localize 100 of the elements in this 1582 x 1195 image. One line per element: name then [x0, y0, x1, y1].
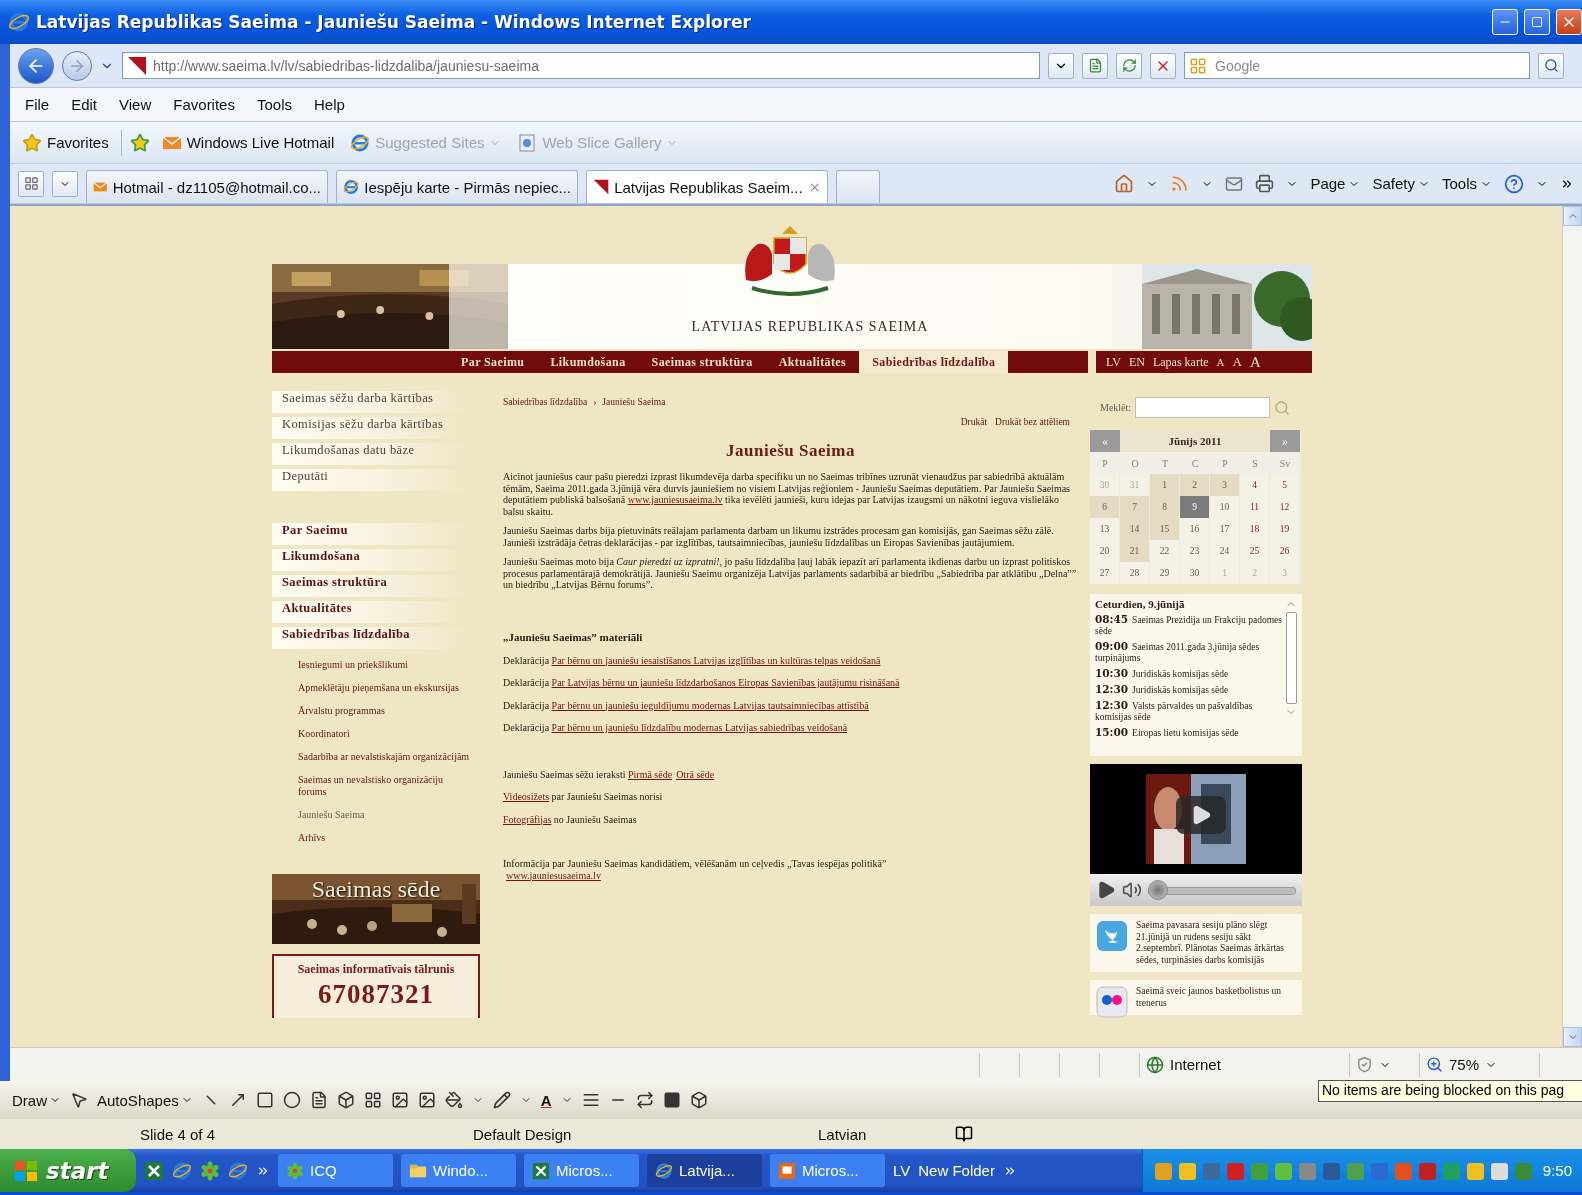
fill-color-icon[interactable]	[444, 1091, 463, 1109]
menu-item[interactable]: Favorites	[166, 96, 242, 113]
line-style-icon[interactable]	[581, 1091, 600, 1109]
link[interactable]: Pirmā sēde	[627, 768, 673, 780]
calendar-day[interactable]: 20	[1090, 540, 1119, 562]
menu-item[interactable]: Help	[307, 96, 352, 113]
taskbar-button[interactable]: Micros...	[770, 1154, 885, 1187]
calendar-day[interactable]: 27	[1090, 562, 1119, 584]
minimize-button[interactable]	[1492, 9, 1518, 35]
search-field[interactable]: Google	[1213, 56, 1525, 75]
calendar-day[interactable]: 17	[1210, 518, 1239, 540]
text-box-icon[interactable]	[309, 1091, 328, 1109]
browser-tab[interactable]: Iespēju karte - Pirmās nepiec...	[336, 170, 578, 203]
oval-icon[interactable]	[282, 1091, 301, 1109]
clip-art-icon[interactable]	[390, 1091, 409, 1109]
link[interactable]: Par bērnu un jauniešu līdzdalību modernas Latvijas sabiedrības veidošanā	[551, 722, 848, 733]
calendar-day[interactable]: 6	[1090, 496, 1119, 518]
shadow-icon[interactable]	[662, 1091, 681, 1109]
calendar-day[interactable]: 14	[1120, 518, 1149, 540]
draw-menu[interactable]: Draw	[12, 1091, 61, 1109]
calendar-day[interactable]: 1	[1150, 474, 1179, 496]
favorites-item[interactable]: Windows Live Hotmail	[157, 129, 339, 156]
seek-slider[interactable]	[1148, 880, 1296, 900]
submenu-link[interactable]: Arhīvs	[298, 832, 473, 844]
link[interactable]: Par Latvijas bērnu un jauniešu līdzdarbošanos Eiropas Savienības jautājumu risināšanā	[551, 677, 900, 688]
breadcrumb-link[interactable]: Sabiedrības līdzdalība	[503, 397, 588, 407]
news-item[interactable]: Saeima pavasara sesiju plāno slēgt 21.jūnijā un rudens sesiju sākt 2.septembrī. Plānotas Saeimas ārkārtas sēdes, turpināsies darbs komisijās	[1090, 914, 1302, 972]
refresh-button[interactable]	[1116, 52, 1142, 79]
font-color-button[interactable]: A	[540, 1091, 552, 1109]
calendar-day[interactable]: 21	[1120, 540, 1149, 562]
sitemap-link[interactable]: Lapas karte	[1152, 354, 1209, 370]
diagram-icon[interactable]	[363, 1091, 382, 1109]
calendar-day[interactable]: 13	[1090, 518, 1119, 540]
language-link[interactable]: EN	[1128, 354, 1145, 370]
calendar-day[interactable]: 28	[1120, 562, 1149, 584]
calendar-day[interactable]: 30	[1180, 562, 1209, 584]
volume-icon[interactable]	[1122, 880, 1142, 900]
calendar-day[interactable]: 12	[1270, 496, 1299, 518]
address-field[interactable]: http://www.saeima.lv/lv/sabiedribas-lidzdaliba/jauniesu-saeima	[122, 52, 1040, 79]
calendar-day[interactable]: 2	[1180, 474, 1209, 496]
3d-style-icon[interactable]	[689, 1091, 708, 1109]
nav-item[interactable]: Aktualitātes	[765, 351, 860, 373]
cube-icon[interactable]	[336, 1091, 355, 1109]
menu-item[interactable]: Tools	[249, 96, 299, 113]
calendar-day[interactable]: 15	[1150, 518, 1179, 540]
zoom-icon[interactable]	[1426, 1056, 1443, 1073]
help-icon[interactable]	[1504, 173, 1524, 194]
calendar-day[interactable]: 11	[1240, 496, 1269, 518]
print-icon[interactable]	[1255, 174, 1275, 193]
link[interactable]: Par bērnu un jauniešu ieguldījumu modernas Latvijas tautsaimniecības attīstībā	[551, 699, 869, 711]
folder-toolbar[interactable]: New Folder	[918, 1162, 995, 1179]
link[interactable]: www.jauniesusaeima.lv	[506, 869, 601, 881]
submenu-link[interactable]: Koordinatori	[298, 728, 473, 740]
calendar-day[interactable]: 18	[1240, 518, 1269, 540]
play-icon[interactable]	[1096, 880, 1116, 900]
calendar-day[interactable]: 19	[1270, 518, 1299, 540]
forward-button[interactable]	[62, 50, 92, 81]
arrow-style-icon[interactable]	[635, 1091, 654, 1109]
slider-thumb[interactable]	[1148, 880, 1168, 900]
taskbar-button[interactable]: Windo...	[401, 1154, 516, 1187]
submenu-link[interactable]: Jauniešu Saeima	[298, 809, 473, 821]
taskbar-button[interactable]: Latvija...	[647, 1154, 762, 1187]
menu-item[interactable]: View	[112, 96, 159, 113]
pointer-icon[interactable]	[70, 1091, 88, 1109]
command-menu[interactable]: Safety	[1372, 175, 1430, 192]
calendar-day[interactable]: 26	[1270, 540, 1299, 562]
autoshapes-menu[interactable]: AutoShapes	[97, 1091, 193, 1109]
back-button[interactable]	[18, 47, 54, 84]
breadcrumb-link[interactable]: Jauniešu Saeima	[602, 397, 666, 407]
text-size-link[interactable]: A	[1216, 356, 1225, 368]
calendar-day[interactable]: 25	[1240, 540, 1269, 562]
quick-tabs-button[interactable]	[18, 170, 44, 197]
browser-tab[interactable]: Latvijas Republikas Saeim...	[586, 170, 828, 203]
link[interactable]: Fotogrāfijas	[503, 813, 552, 825]
menu-item[interactable]: Edit	[64, 96, 105, 113]
text-size-link[interactable]: A	[1232, 354, 1242, 370]
picture-icon[interactable]	[417, 1091, 436, 1109]
language-link[interactable]: LV	[1106, 354, 1121, 370]
play-button[interactable]	[1176, 796, 1226, 834]
submenu-link[interactable]: Sadarbība ar nevalstiskajām organizācijām	[298, 751, 473, 763]
maximize-button[interactable]	[1524, 9, 1550, 35]
link[interactable]: Par bērnu un jauniešu iesaistīšanos Latvijas izglītības un kultūras telpas veidošanā	[551, 654, 881, 666]
command-menu[interactable]: Page	[1310, 175, 1361, 192]
language-indicator[interactable]: LV	[893, 1162, 911, 1179]
text-size-link[interactable]: A	[1249, 353, 1261, 371]
browser-tab[interactable]: Hotmail - dz1105@hotmail.co...	[86, 170, 328, 203]
stop-button[interactable]	[1150, 52, 1176, 79]
nav-item[interactable]: Likumdošana	[537, 351, 639, 373]
calendar-day[interactable]: 24	[1210, 540, 1239, 562]
compatibility-button[interactable]	[1082, 52, 1108, 79]
calendar-day[interactable]: 5	[1270, 474, 1299, 496]
news-item[interactable]: Saeimā sveic jaunos basketbolistus un trenerus	[1090, 980, 1302, 1015]
calendar-day[interactable]: 9	[1180, 496, 1209, 518]
submenu-link[interactable]: Apmeklētāju pieņemšana un ekskursijas	[298, 682, 473, 694]
calendar-day[interactable]: 4	[1240, 474, 1269, 496]
calendar-day[interactable]: 7	[1120, 496, 1149, 518]
calendar-day[interactable]: 10	[1210, 496, 1239, 518]
print-link[interactable]: Drukāt bez attēliem	[995, 417, 1070, 427]
submenu-link[interactable]: Iesniegumi un priekšlikumi	[298, 659, 473, 671]
nav-item[interactable]: Par Saeimu	[448, 351, 538, 373]
